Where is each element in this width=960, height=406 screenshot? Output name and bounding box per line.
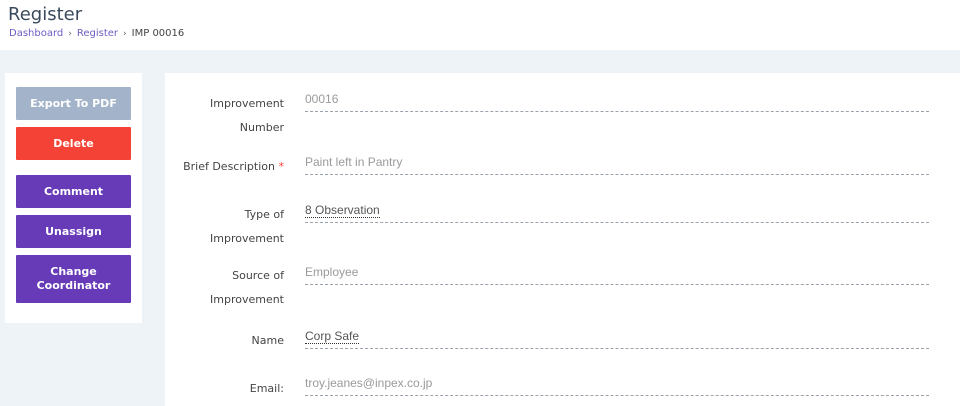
name-label: Name [251, 334, 284, 347]
form-panel: Improvement Number 00016 Brief Descripti… [165, 73, 960, 406]
name-value: Corp Safe [305, 329, 360, 344]
chevron-right-icon: › [123, 29, 127, 39]
breadcrumb-dashboard-link[interactable]: Dashboard [9, 28, 63, 39]
type-of-improvement-label: Type of Improvement [210, 208, 284, 245]
breadcrumb-current: IMP 00016 [131, 28, 185, 39]
comment-button[interactable]: Comment [16, 175, 131, 208]
source-of-improvement-field[interactable]: Employee [305, 263, 929, 285]
export-pdf-button[interactable]: Export To PDF [16, 87, 131, 120]
brief-description-label: Brief Description * [183, 160, 285, 173]
chevron-right-icon: › [68, 29, 72, 39]
page-header: Register Dashboard › Register › IMP 00016 [0, 0, 960, 50]
required-asterisk: * [278, 160, 285, 173]
email-field[interactable]: troy.jeanes@inpex.co.jp [305, 374, 929, 396]
breadcrumb-register-link[interactable]: Register [77, 28, 118, 39]
type-of-improvement-select[interactable]: 8 Observation [305, 201, 929, 223]
type-of-improvement-value: 8 Observation [305, 203, 380, 218]
email-label: Email: [249, 382, 284, 395]
improvement-number-label: Improvement Number [210, 97, 284, 134]
brief-description-field[interactable]: Paint left in Pantry [305, 153, 929, 175]
unassign-button[interactable]: Unassign [16, 215, 131, 248]
change-coordinator-button[interactable]: Change Coordinator [16, 255, 131, 303]
source-of-improvement-label: Source of Improvement [210, 269, 284, 306]
breadcrumb: Dashboard › Register › IMP 00016 [9, 28, 184, 39]
name-field[interactable]: Corp Safe [305, 327, 929, 349]
page-title: Register [8, 4, 83, 25]
delete-button[interactable]: Delete [16, 127, 131, 160]
improvement-number-field[interactable]: 00016 [305, 90, 929, 112]
action-sidebar: Export To PDF Delete Comment Unassign Ch… [5, 73, 142, 323]
